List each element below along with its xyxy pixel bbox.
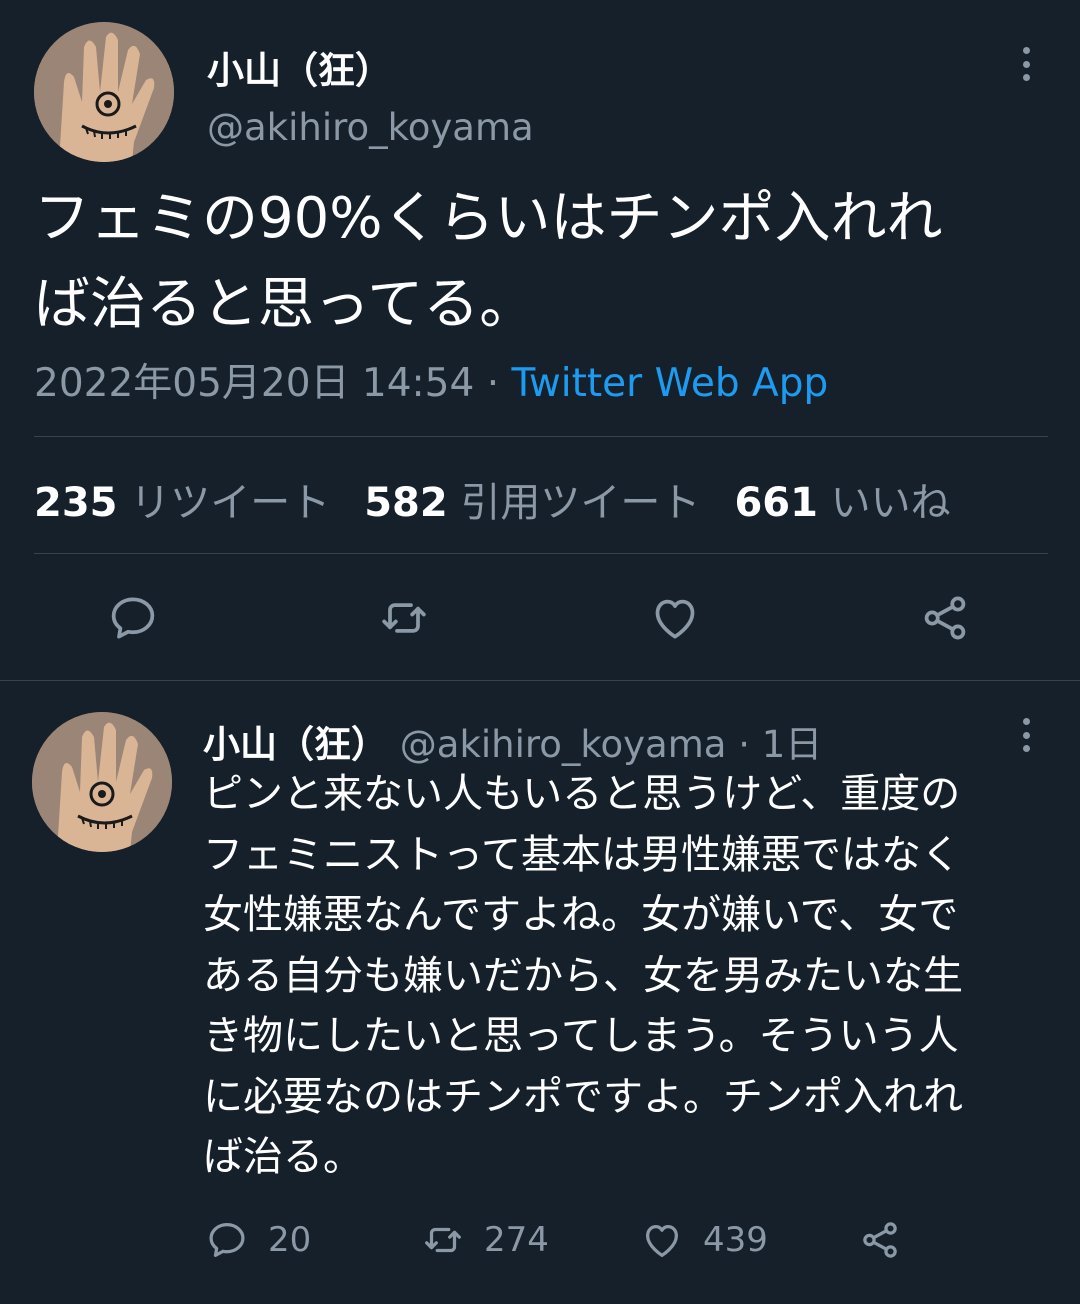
author-handle[interactable]: @akihiro_koyama (207, 106, 534, 149)
retweets-label: リツイート (130, 480, 331, 526)
avatar[interactable] (34, 22, 174, 162)
share-icon (857, 1217, 903, 1263)
divider (34, 553, 1048, 554)
more-options-icon[interactable] (1019, 718, 1033, 752)
author-name[interactable]: 小山（狂） (203, 723, 388, 766)
timestamp[interactable]: 2022年05月20日 14:54 (34, 361, 474, 406)
like-button[interactable]: 439 (639, 1212, 768, 1268)
tweet-detail-page: 小山（狂） @akihiro_koyama フェミの90%くらいはチンポ入れれ … (0, 0, 1080, 1304)
tweet-stats: 235 リツイート 582 引用ツイート 661 いいね (34, 470, 951, 528)
reply-icon (204, 1217, 250, 1263)
meta-separator: · (474, 361, 512, 406)
tweet-text: フェミの90%くらいはチンポ入れれ ば治ると思ってる。 (34, 186, 943, 337)
quotes-label: 引用ツイート (460, 480, 701, 526)
reply-count: 20 (268, 1220, 312, 1260)
retweets-count: 235 (34, 480, 118, 526)
reply-header: 小山（狂） @akihiro_koyama · 1日 (203, 714, 822, 768)
retweet-icon (420, 1217, 466, 1263)
reply-action-bar: 20 274 439 (0, 1212, 1080, 1272)
divider (0, 680, 1080, 681)
like-count: 439 (703, 1220, 768, 1260)
main-tweet: 小山（狂） @akihiro_koyama フェミの90%くらいはチンポ入れれ … (0, 0, 1080, 680)
hand-drawing-icon (32, 712, 172, 852)
hand-drawing-icon (34, 22, 174, 162)
likes-count: 661 (734, 480, 818, 526)
share-icon[interactable] (917, 590, 973, 646)
retweet-icon[interactable] (376, 590, 432, 646)
time-ago[interactable]: · 1日 (738, 723, 822, 766)
author-handle[interactable]: @akihiro_koyama (400, 723, 727, 766)
like-icon (639, 1217, 685, 1263)
source-link[interactable]: Twitter Web App (512, 361, 829, 406)
tweet-action-bar (0, 590, 1080, 650)
retweet-count: 274 (484, 1220, 549, 1260)
retweet-button[interactable]: 274 (420, 1212, 549, 1268)
likes-stat[interactable]: 661 いいね (734, 480, 950, 526)
divider (34, 436, 1048, 437)
reply-button[interactable]: 20 (204, 1212, 311, 1268)
reply-icon[interactable] (105, 590, 161, 646)
author-name[interactable]: 小山（狂） (207, 40, 392, 94)
quotes-count: 582 (364, 480, 448, 526)
tweet-meta: 2022年05月20日 14:54 · Twitter Web App (34, 352, 828, 408)
like-icon[interactable] (647, 590, 703, 646)
quotes-stat[interactable]: 582 引用ツイート (364, 480, 700, 526)
avatar[interactable] (32, 712, 172, 852)
reply-text: ピンと来ない人もいると思うけど、重度の フェミニストって基本は男性嫌悪ではなく … (203, 771, 963, 1180)
retweets-stat[interactable]: 235 リツイート (34, 480, 330, 526)
share-button[interactable] (857, 1212, 903, 1268)
more-options-icon[interactable] (1019, 47, 1033, 81)
likes-label: いいね (830, 480, 951, 526)
